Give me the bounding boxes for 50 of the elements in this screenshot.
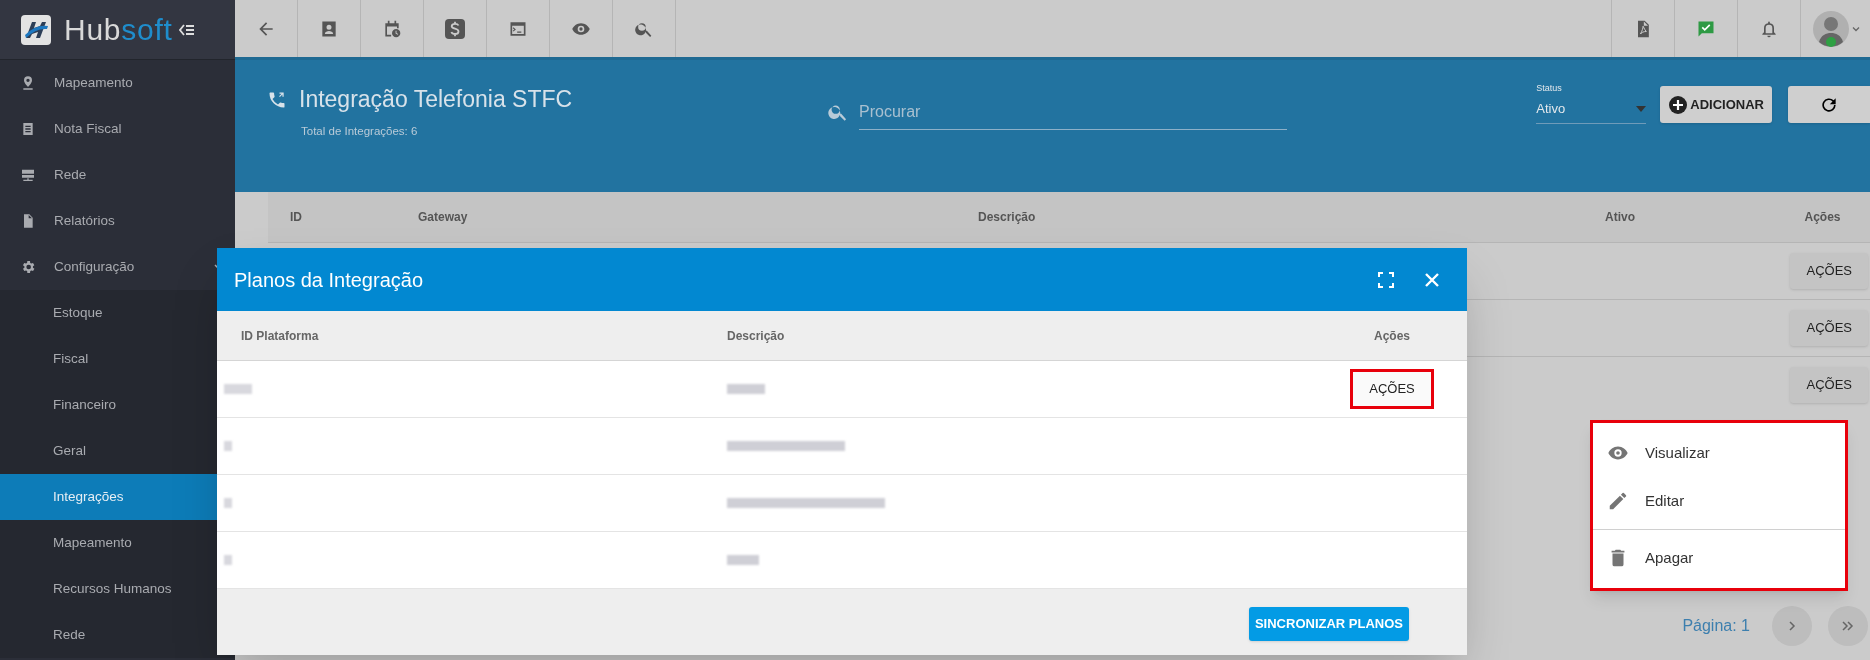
actions-button[interactable]: AÇÕES — [1350, 369, 1434, 409]
chevron-right-icon — [1786, 620, 1798, 632]
refresh-button[interactable] — [1788, 86, 1870, 123]
redacted-text — [727, 384, 765, 394]
pencil-icon — [1607, 490, 1629, 512]
actions-button[interactable]: AÇÕES — [1790, 253, 1868, 289]
close-icon — [1424, 271, 1440, 288]
menu-item[interactable]: Visualizar — [1593, 429, 1845, 477]
column-header: Descrição — [978, 209, 1037, 226]
brand-name: Hubsoft — [64, 14, 173, 45]
last-page-button[interactable] — [1828, 606, 1868, 646]
column-header: Ações — [1373, 327, 1411, 345]
user-avatar-icon — [1811, 9, 1850, 48]
logo-icon — [20, 13, 52, 46]
dialog-title: Planos da Integração — [234, 267, 424, 293]
sidebar-item[interactable]: Relatórios — [0, 198, 235, 244]
column-header: Ações — [1803, 209, 1842, 226]
fullscreen-icon — [1378, 271, 1394, 288]
actions-button[interactable]: AÇÕES — [1790, 367, 1868, 403]
plus-circle-icon — [1668, 94, 1689, 115]
sidebar-item[interactable]: Rede — [0, 152, 235, 198]
column-header: ID — [289, 209, 303, 226]
redacted-text — [727, 555, 759, 565]
page-title: Integração Telefonia STFC — [299, 88, 573, 111]
dropdown-arrow-icon — [1636, 106, 1647, 112]
sidebar-item[interactable]: Configuração — [0, 244, 235, 290]
double-chevron-right-icon — [1841, 620, 1855, 632]
menu-item[interactable]: Editar — [1593, 477, 1845, 525]
column-header: ID Plataforma — [240, 327, 320, 345]
record-count: Total de Integrações: 6 — [301, 124, 419, 139]
actions-button[interactable]: AÇÕES — [1790, 310, 1868, 346]
search-field[interactable]: Procurar — [859, 94, 1287, 130]
submenu-item[interactable]: Rede — [0, 612, 235, 658]
column-header: Descrição — [727, 327, 786, 345]
calendar-clock-icon — [382, 18, 402, 39]
server-icon — [20, 167, 36, 183]
collapse-menu-icon[interactable] — [178, 22, 195, 37]
status-select[interactable]: Status Ativo — [1536, 82, 1647, 124]
page-indicator: Página: 1 — [1682, 616, 1750, 636]
dollar-icon — [443, 16, 467, 41]
sidebar-item[interactable]: Nota Fiscal — [0, 106, 235, 152]
column-header: Gateway — [418, 209, 469, 226]
caret-icon — [1851, 24, 1860, 33]
menu-item[interactable]: Apagar — [1593, 534, 1845, 582]
map-pin-icon — [20, 75, 36, 91]
document-icon — [20, 121, 36, 137]
settings-icon — [20, 259, 36, 275]
column-header: Ativo — [1605, 209, 1636, 226]
add-button[interactable]: ADICIONAR — [1660, 86, 1772, 123]
sidebar-item[interactable]: Mapeamento — [0, 60, 235, 106]
